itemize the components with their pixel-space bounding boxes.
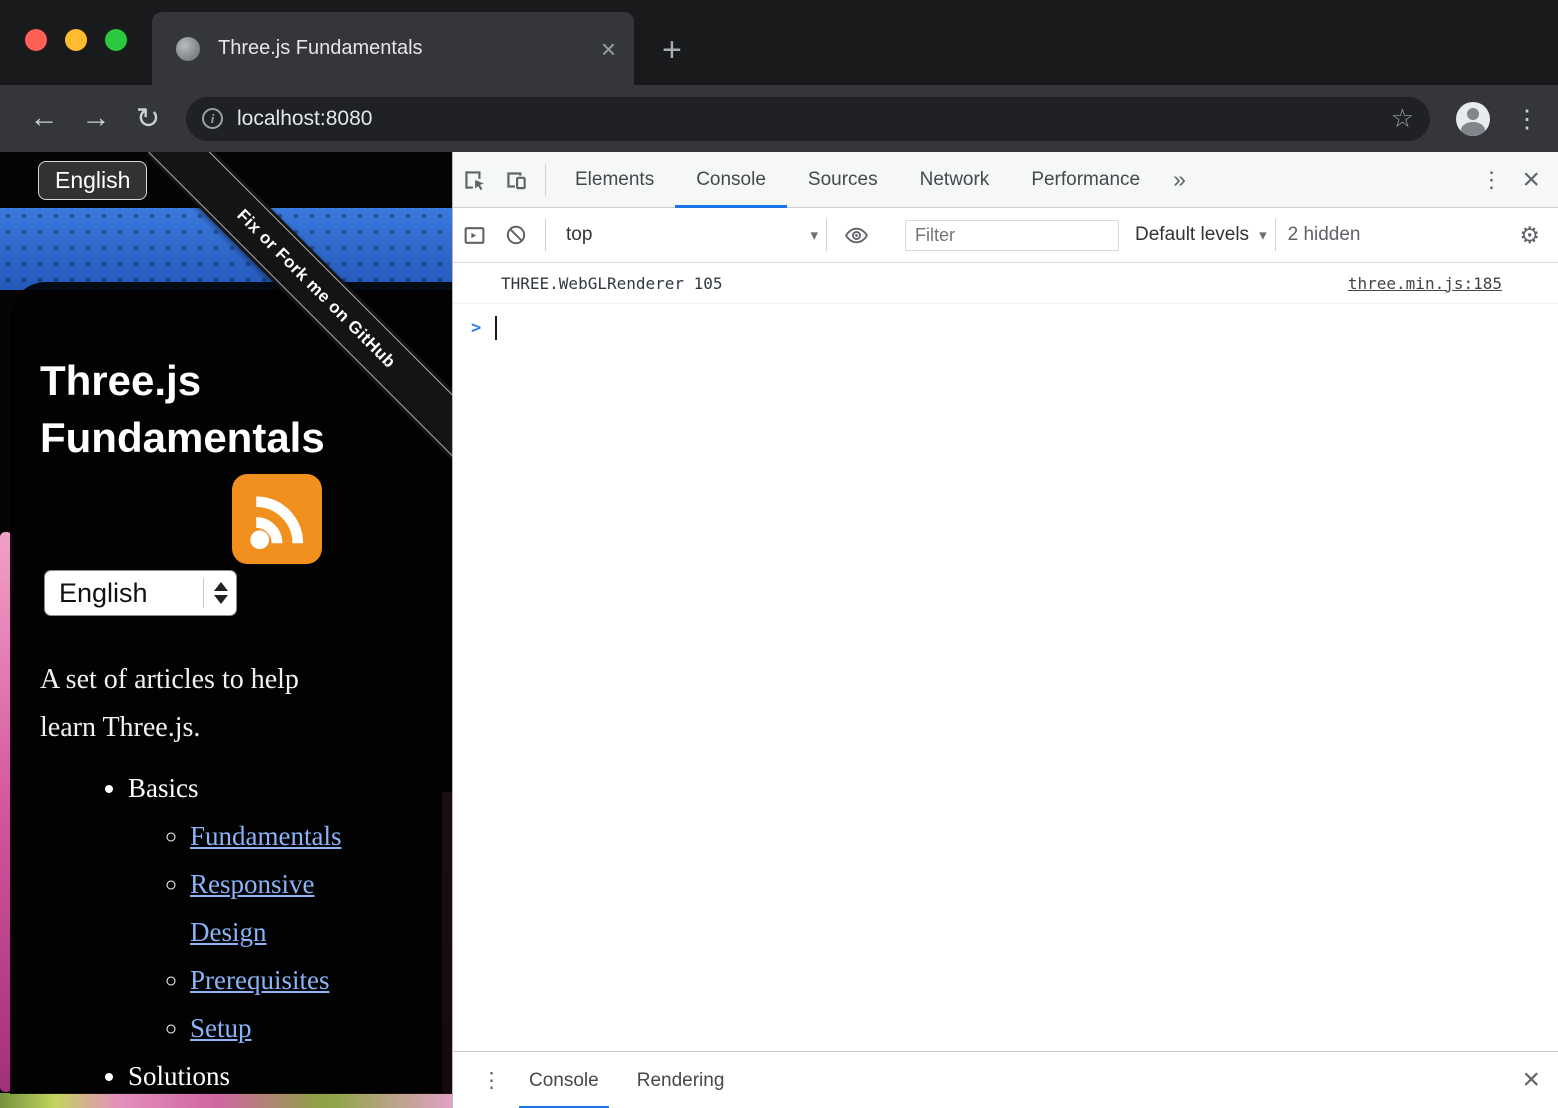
link-setup[interactable]: Setup — [190, 1013, 252, 1043]
context-selector-value: top — [566, 224, 592, 246]
tab-title: Three.js Fundamentals — [218, 37, 601, 60]
filter-input[interactable] — [905, 220, 1119, 251]
text-cursor — [495, 316, 497, 340]
page-panel: Three.js Fundamentals English A set of a… — [10, 282, 452, 1094]
live-expression-eye-icon[interactable] — [835, 214, 877, 256]
drawer-tab-rendering[interactable]: Rendering — [627, 1052, 735, 1108]
tab-performance[interactable]: Performance — [1010, 152, 1161, 208]
tab-strip: Three.js Fundamentals × + — [0, 0, 1558, 85]
page-nav: Basics Fundamentals Responsive Design Pr… — [10, 764, 452, 1094]
back-button[interactable]: ← — [18, 102, 70, 135]
separator — [545, 164, 546, 196]
nav-section-label: Basics — [128, 773, 199, 803]
tab-sources[interactable]: Sources — [787, 152, 899, 208]
intro-text: A set of articles to help learn Three.js… — [40, 656, 345, 752]
nav-section-basics: Basics Fundamentals Responsive Design Pr… — [128, 764, 452, 1052]
address-bar[interactable]: i localhost:8080 ☆ — [186, 97, 1430, 141]
console-prompt[interactable]: > — [453, 304, 1558, 340]
prompt-chevron-icon: > — [471, 318, 481, 338]
nav-section-solutions: Solutions — [128, 1052, 452, 1094]
hidden-messages-count[interactable]: 2 hidden — [1288, 224, 1361, 246]
console-settings-gear-icon[interactable]: ⚙ — [1519, 222, 1540, 249]
list-item: Fundamentals — [190, 812, 395, 860]
separator — [545, 219, 546, 251]
more-tabs-icon[interactable]: » — [1173, 166, 1186, 193]
tab-favicon-icon — [176, 37, 200, 61]
rss-feed-icon[interactable] — [232, 474, 322, 564]
log-levels-dropdown[interactable]: Default levels ▾ — [1135, 224, 1267, 246]
devtools-panel: Elements Console Sources Network Perform… — [452, 152, 1558, 1108]
console-message-row: THREE.WebGLRenderer 105 three.min.js:185 — [453, 263, 1558, 304]
devtools-close-icon[interactable]: × — [1522, 165, 1540, 195]
drawer-tab-console[interactable]: Console — [519, 1052, 609, 1108]
browser-window: Three.js Fundamentals × + ← → ↻ i localh… — [0, 0, 1558, 1108]
context-selector[interactable]: top ▾ — [566, 224, 818, 246]
profile-avatar[interactable] — [1456, 102, 1490, 136]
reload-button[interactable]: ↻ — [122, 101, 174, 136]
url-text[interactable]: localhost:8080 — [237, 107, 1391, 131]
browser-menu-icon[interactable]: ⋮ — [1514, 104, 1540, 134]
clear-console-icon[interactable] — [495, 214, 537, 256]
forward-button[interactable]: → — [70, 102, 122, 135]
list-item: Prerequisites — [190, 956, 395, 1004]
drawer-menu-icon[interactable]: ⋮ — [481, 1068, 501, 1093]
tab-elements[interactable]: Elements — [554, 152, 675, 208]
link-fundamentals[interactable]: Fundamentals — [190, 821, 341, 851]
separator — [1275, 219, 1276, 251]
window-controls — [25, 29, 127, 51]
link-responsive-design[interactable]: Responsive Design — [190, 869, 315, 947]
devtools-menu-icon[interactable]: ⋮ — [1476, 167, 1506, 193]
new-tab-button[interactable]: + — [662, 33, 682, 67]
nav-section-label: Solutions — [128, 1061, 230, 1091]
browser-toolbar: ← → ↻ i localhost:8080 ☆ ⋮ — [0, 85, 1558, 152]
list-item: Responsive Design — [190, 860, 395, 956]
inspect-element-icon[interactable] — [453, 159, 495, 201]
chevron-down-icon: ▾ — [810, 226, 818, 244]
console-source-link[interactable]: three.min.js:185 — [1348, 274, 1502, 293]
console-empty-area[interactable] — [453, 340, 1558, 1051]
site-info-icon[interactable]: i — [202, 108, 223, 129]
language-badge[interactable]: English — [38, 161, 147, 200]
browser-tab[interactable]: Three.js Fundamentals × — [152, 12, 634, 85]
minimize-window-button[interactable] — [65, 29, 87, 51]
select-arrows-icon — [214, 571, 228, 615]
tab-network[interactable]: Network — [899, 152, 1011, 208]
content-area: Three.js Fundamentals English A set of a… — [0, 152, 1558, 1108]
fullscreen-window-button[interactable] — [105, 29, 127, 51]
tab-close-icon[interactable]: × — [601, 36, 616, 62]
list-item: Setup — [190, 1004, 395, 1052]
console-sidebar-icon[interactable] — [453, 214, 495, 256]
chevron-down-icon: ▾ — [1259, 226, 1267, 244]
background-image-bottom — [0, 1093, 452, 1108]
devtools-tabbar: Elements Console Sources Network Perform… — [453, 152, 1558, 208]
console-toolbar: top ▾ Default levels ▾ 2 hidd — [453, 208, 1558, 263]
devtools-drawer: ⋮ Console Rendering × — [453, 1051, 1558, 1108]
language-select-value: English — [59, 578, 148, 609]
close-window-button[interactable] — [25, 29, 47, 51]
separator — [826, 219, 827, 251]
select-divider — [203, 578, 204, 608]
device-toolbar-icon[interactable] — [495, 159, 537, 201]
language-select[interactable]: English — [44, 570, 237, 616]
tab-console[interactable]: Console — [675, 152, 787, 208]
console-message-text: THREE.WebGLRenderer 105 — [501, 274, 723, 293]
webpage-viewport: Three.js Fundamentals English A set of a… — [0, 152, 452, 1108]
drawer-close-icon[interactable]: × — [1522, 1065, 1540, 1095]
log-levels-label: Default levels — [1135, 224, 1249, 246]
bookmark-star-icon[interactable]: ☆ — [1391, 103, 1414, 134]
page-title: Three.js Fundamentals — [40, 352, 385, 466]
link-prerequisites[interactable]: Prerequisites — [190, 965, 329, 995]
